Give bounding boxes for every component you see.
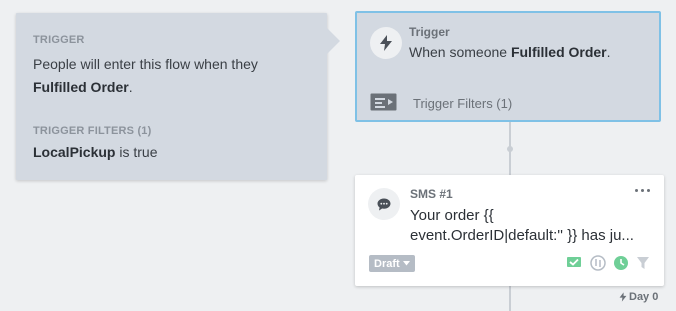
trigger-node-title: Trigger bbox=[409, 25, 450, 39]
sms-icon-circle bbox=[368, 188, 400, 220]
trigger-description-line2: Fulfilled Order. bbox=[33, 79, 133, 95]
delay-day-label: Day 0 bbox=[619, 291, 658, 303]
status-icons bbox=[566, 255, 650, 271]
attachment-icon[interactable] bbox=[590, 255, 606, 271]
trigger-node-metric: Fulfilled Order bbox=[510, 44, 607, 60]
sms-preview-line2: event.OrderID|default:'' }} has ju... bbox=[410, 227, 634, 244]
trigger-node[interactable]: Trigger When someone Fulfilled Order. Tr… bbox=[355, 11, 661, 122]
trigger-metric: Fulfilled Order bbox=[33, 79, 129, 95]
trigger-node-description: When someone Fulfilled Order. bbox=[409, 44, 611, 60]
flow-connector-bottom bbox=[509, 286, 511, 311]
chevron-down-icon bbox=[402, 261, 410, 266]
trigger-desc-prefix: When someone bbox=[409, 44, 511, 60]
sms-preview-line1: Your order {{ bbox=[410, 207, 494, 224]
trigger-heading: TRIGGER bbox=[33, 34, 85, 46]
sms-verified-icon[interactable] bbox=[566, 256, 583, 270]
filter-description: LocalPickup is true bbox=[33, 144, 157, 160]
trigger-description-line1: People will enter this flow when they bbox=[33, 56, 258, 72]
filter-condition: is true bbox=[115, 144, 158, 160]
filter-property: LocalPickup bbox=[33, 144, 116, 160]
trigger-filters-link[interactable]: Trigger Filters (1) bbox=[413, 96, 512, 111]
status-dropdown[interactable]: Draft bbox=[369, 255, 415, 272]
trigger-info-panel: TRIGGER People will enter this flow when… bbox=[16, 13, 340, 180]
lightning-bolt-icon bbox=[380, 35, 392, 51]
sms-node-title: SMS #1 bbox=[410, 187, 453, 201]
sms-preview: Your order {{ event.OrderID|default:'' }… bbox=[410, 206, 650, 246]
sms-node[interactable]: SMS #1 Your order {{ event.OrderID|defau… bbox=[355, 175, 664, 286]
trigger-period: . bbox=[128, 79, 133, 95]
filters-heading: TRIGGER FILTERS (1) bbox=[33, 125, 152, 137]
status-label: Draft bbox=[374, 257, 400, 270]
chat-bubble-icon bbox=[377, 198, 391, 210]
smart-sending-icon[interactable] bbox=[613, 255, 629, 271]
trigger-filters-icon bbox=[369, 92, 397, 111]
more-options-button[interactable] bbox=[635, 189, 650, 192]
day-text: Day 0 bbox=[629, 291, 659, 303]
trigger-icon-circle bbox=[370, 27, 402, 59]
filter-icon[interactable] bbox=[636, 256, 650, 270]
trigger-desc-suffix: . bbox=[606, 44, 611, 60]
lightning-bolt-icon bbox=[619, 292, 627, 302]
add-step-dot[interactable] bbox=[507, 146, 513, 152]
